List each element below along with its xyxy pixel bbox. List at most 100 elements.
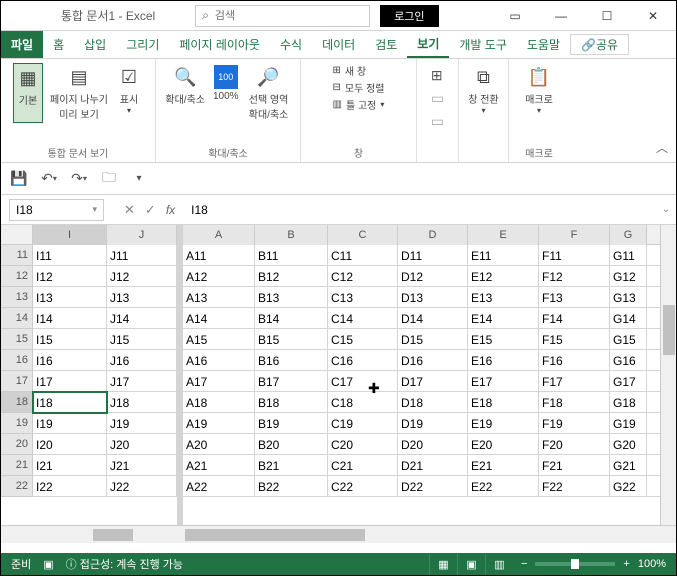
row-header[interactable]: 12 [1,266,33,287]
row-header[interactable]: 17 [1,371,33,392]
column-header[interactable]: E [468,225,539,245]
cell[interactable]: B14 [255,308,328,329]
cell[interactable]: G18 [610,392,647,413]
cell[interactable]: J16 [107,350,177,371]
cell[interactable]: E18 [468,392,539,413]
cell[interactable]: D16 [398,350,468,371]
cell[interactable]: A15 [183,329,255,350]
cell[interactable]: B19 [255,413,328,434]
new-window-button[interactable]: ⊞새 창 [333,63,385,78]
folder-button[interactable]: 🗀 [99,169,119,189]
normal-view-button[interactable]: ▦기본 [13,63,43,123]
save-button[interactable]: 💾 [9,169,29,189]
cell[interactable]: F14 [539,308,610,329]
cell[interactable]: I17 [33,371,107,392]
cell[interactable]: I22 [33,476,107,497]
cell[interactable]: I20 [33,434,107,455]
cancel-icon[interactable]: ✕ [124,202,135,218]
cell[interactable]: E17 [468,371,539,392]
row-header[interactable]: 11 [1,245,33,266]
column-header[interactable]: J [107,225,177,245]
column-header[interactable]: D [398,225,468,245]
name-box[interactable]: I18 ▾ [9,199,104,221]
freeze-panes-button[interactable]: ▥틀 고정 ▾ [333,97,385,112]
cell[interactable]: I14 [33,308,107,329]
scrollbar-thumb[interactable] [663,305,675,355]
cell[interactable]: A13 [183,287,255,308]
formula-input[interactable] [191,203,656,217]
zoom-selection-button[interactable]: 🔎선택 영역 확대/축소 [245,63,293,123]
cell[interactable]: C11 [328,245,398,266]
split-icon[interactable]: ⊞ [431,67,444,84]
cell[interactable]: G13 [610,287,647,308]
column-header[interactable]: I [33,225,107,245]
cell[interactable]: B17 [255,371,328,392]
cell[interactable]: J17 [107,371,177,392]
cell[interactable]: F22 [539,476,610,497]
cell[interactable]: G20 [610,434,647,455]
cell[interactable]: D11 [398,245,468,266]
cell[interactable]: C20 [328,434,398,455]
cell[interactable]: B15 [255,329,328,350]
zoom-in-icon[interactable]: + [623,558,629,570]
cell[interactable]: G14 [610,308,647,329]
cell[interactable]: B22 [255,476,328,497]
row-header[interactable]: 15 [1,329,33,350]
cell[interactable]: I15 [33,329,107,350]
cell[interactable]: J12 [107,266,177,287]
cell[interactable]: D20 [398,434,468,455]
zoom-button[interactable]: 🔍확대/축소 [163,63,207,123]
cell[interactable]: C15 [328,329,398,350]
expand-formula-bar-icon[interactable]: ⌄ [656,204,676,215]
cell[interactable]: J18 [107,392,177,413]
page-break-preview-button[interactable]: ▤페이지 나누기 미리 보기 [47,63,111,123]
cell[interactable]: E15 [468,329,539,350]
cell[interactable]: G11 [610,245,647,266]
minimize-icon[interactable]: — [538,1,584,31]
cell[interactable]: F15 [539,329,610,350]
cell[interactable]: A14 [183,308,255,329]
cell[interactable]: E13 [468,287,539,308]
page-layout-view-icon[interactable]: ▣ [457,553,485,575]
cell[interactable]: E19 [468,413,539,434]
column-header[interactable]: A [183,225,255,245]
cell[interactable]: C17 [328,371,398,392]
cell[interactable]: A12 [183,266,255,287]
cell[interactable]: F16 [539,350,610,371]
arrange-all-button[interactable]: ⊟모두 정렬 [333,80,385,95]
cell[interactable]: F17 [539,371,610,392]
share-button[interactable]: 🔗 공유 [570,34,629,55]
cell[interactable]: C19 [328,413,398,434]
cell[interactable]: F12 [539,266,610,287]
horizontal-scrollbar-right[interactable] [183,526,660,544]
collapse-ribbon-icon[interactable]: ︿ [656,139,668,156]
cell[interactable]: A11 [183,245,255,266]
cell[interactable]: A19 [183,413,255,434]
tab-draw[interactable]: 그리기 [116,31,169,58]
column-header[interactable]: C [328,225,398,245]
cell[interactable]: D21 [398,455,468,476]
cell[interactable]: E14 [468,308,539,329]
cell[interactable]: F19 [539,413,610,434]
redo-button[interactable]: ↷▾ [69,169,89,189]
tab-data[interactable]: 데이터 [312,31,365,58]
cell[interactable]: F11 [539,245,610,266]
row-header[interactable]: 18 [1,392,33,413]
tab-insert[interactable]: 삽입 [74,31,116,58]
tab-home[interactable]: 홈 [43,31,74,58]
tab-file[interactable]: 파일 [1,31,43,58]
maximize-icon[interactable]: ☐ [584,1,630,31]
row-header[interactable]: 22 [1,476,33,497]
zoom-out-icon[interactable]: − [521,558,527,570]
column-header[interactable]: G [610,225,647,245]
ribbon-display-icon[interactable]: ▭ [492,1,538,31]
cell[interactable]: J15 [107,329,177,350]
scrollbar-thumb[interactable] [93,529,133,541]
close-icon[interactable]: ✕ [630,1,676,31]
vertical-scrollbar[interactable] [660,225,676,525]
cell[interactable]: G19 [610,413,647,434]
cell[interactable]: F18 [539,392,610,413]
cell[interactable]: B16 [255,350,328,371]
hide-icon[interactable]: ▭ [431,90,444,107]
cell[interactable]: D12 [398,266,468,287]
